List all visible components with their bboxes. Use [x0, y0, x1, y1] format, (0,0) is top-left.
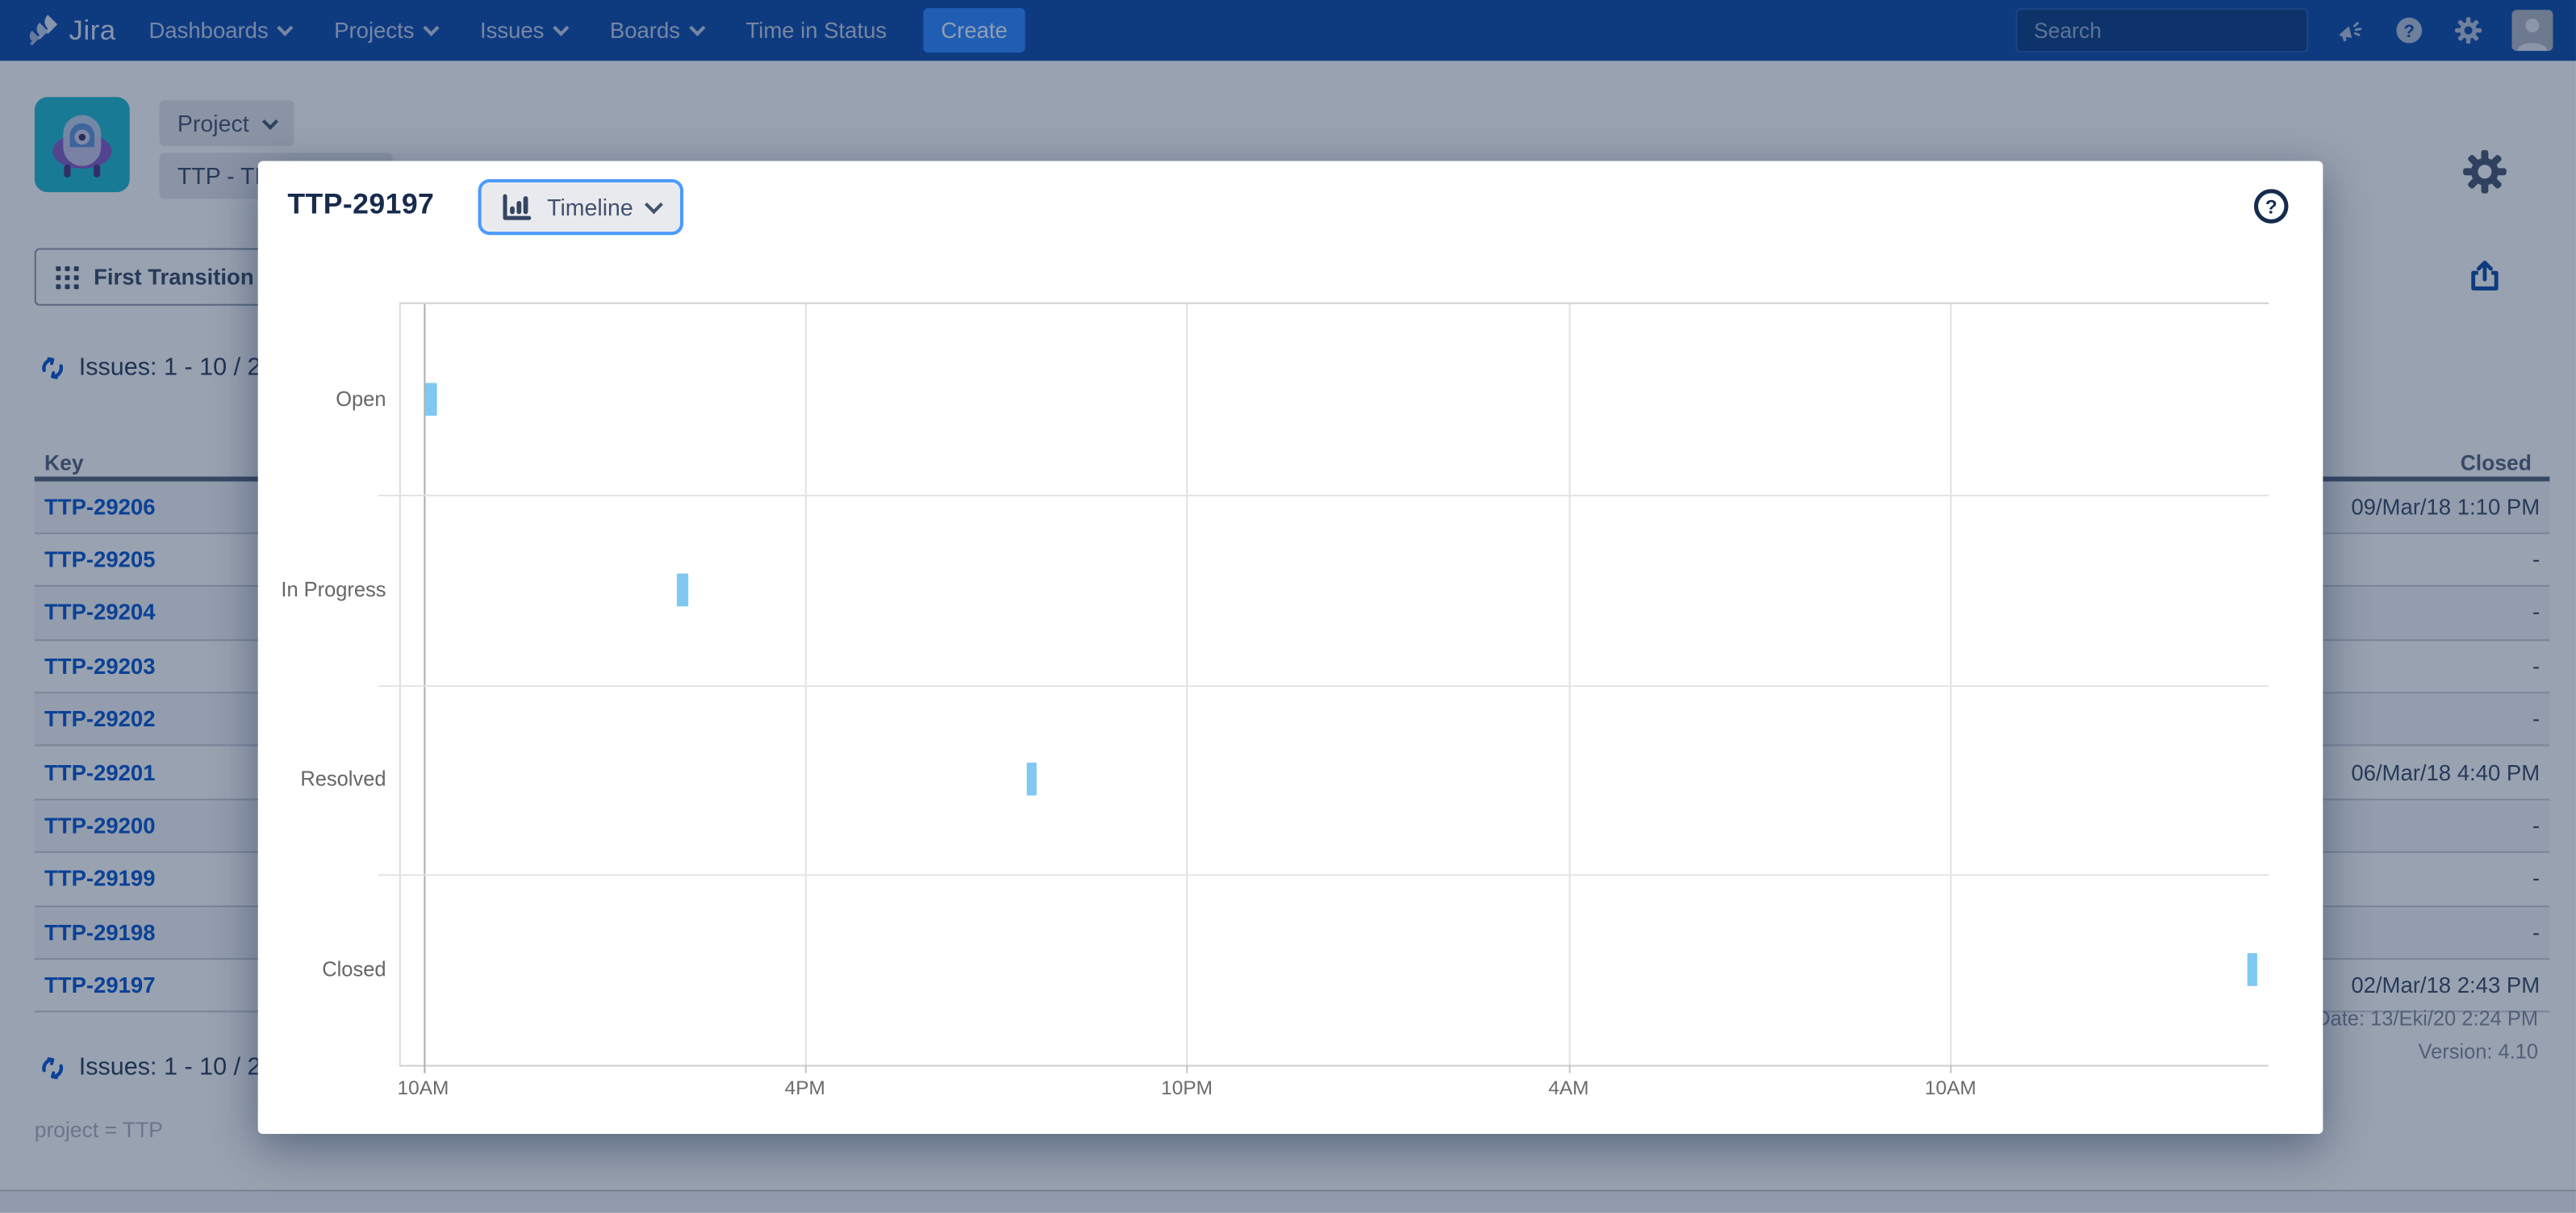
timeline-modal: TTP-29197 Timeline ? 10AM4PM10PM4AM10AMO… — [258, 161, 2323, 1134]
category-label-resolved: Resolved — [300, 768, 386, 792]
axis-tick — [805, 1065, 807, 1073]
category-label-closed: Closed — [322, 958, 386, 981]
axis-tick — [1187, 1065, 1188, 1073]
bar-chart-icon — [501, 193, 532, 221]
row-separator — [378, 494, 2269, 496]
category-label-open: Open — [336, 387, 386, 411]
category-label-in-progress: In Progress — [281, 578, 386, 601]
x-tick-label: 4PM — [785, 1077, 825, 1100]
status-bar-open[interactable] — [426, 383, 436, 416]
x-tick-label: 10AM — [398, 1077, 449, 1100]
x-tick-label: 4AM — [1548, 1077, 1589, 1100]
x-tick-label: 10AM — [1925, 1077, 1977, 1100]
status-bar-resolved[interactable] — [1026, 763, 1037, 797]
chevron-down-icon — [645, 195, 664, 214]
view-mode-dropdown[interactable]: Timeline — [478, 179, 684, 235]
status-bar-closed[interactable] — [2247, 953, 2257, 986]
screen: Jira DashboardsProjectsIssuesBoardsTime … — [0, 0, 2576, 1213]
modal-title: TTP-29197 — [287, 187, 434, 222]
view-mode-label: Timeline — [547, 194, 633, 220]
row-separator — [378, 684, 2269, 686]
svg-text:?: ? — [2265, 196, 2277, 218]
modal-help-icon[interactable]: ? — [2252, 187, 2290, 225]
axis-tick — [1568, 1065, 1570, 1073]
row-separator — [378, 875, 2269, 876]
timeline-chart-plot: 10AM4PM10PM4AM10AMOpenIn ProgressResolve… — [399, 303, 2269, 1067]
x-tick-label: 10PM — [1161, 1077, 1213, 1100]
status-bar-in-progress[interactable] — [677, 573, 687, 606]
axis-tick — [1951, 1065, 1952, 1073]
gridline-10am — [423, 304, 424, 1073]
